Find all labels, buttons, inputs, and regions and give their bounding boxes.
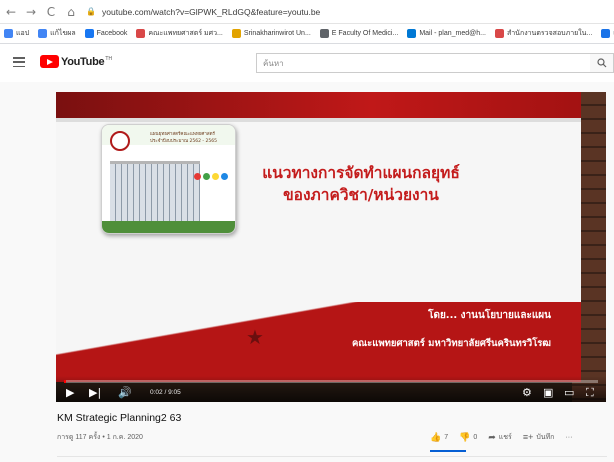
settings-gear-icon[interactable]: ⚙ <box>522 387 532 399</box>
bookmark-label: Facebook <box>96 30 128 37</box>
video-title: KM Strategic Planning2 63 <box>57 412 182 424</box>
thumbnail-lawn <box>102 221 235 233</box>
share-label: แชร์ <box>498 433 512 441</box>
playlist-add-icon: ≡+ <box>522 432 534 442</box>
youtube-play-logo-icon <box>40 55 59 68</box>
save-label: บันทึก <box>536 433 555 441</box>
back-arrow-icon[interactable]: ← <box>2 3 20 21</box>
bookmark-favicon-icon <box>84 29 94 38</box>
search-input[interactable]: ค้นหา <box>256 53 591 73</box>
bookmark-favicon-icon <box>494 29 504 38</box>
search-placeholder: ค้นหา <box>263 58 284 68</box>
bookmark-label: Mail - plan_med@h... <box>419 30 486 37</box>
url-field[interactable]: 🔒 youtube.com/watch?v=GlPWK_RLdGQ&featur… <box>86 3 320 21</box>
bookmark-item[interactable]: คณะแพทยศาสตร์ มศว... <box>136 28 223 39</box>
like-count: 7 <box>444 433 449 441</box>
bookmark-label: แอป <box>16 30 30 37</box>
slide-faculty-line: คณะแพทยศาสตร์ มหาวิทยาลัยศรีนครินทรวิโรฒ <box>351 338 551 349</box>
slide-top-band <box>56 92 581 122</box>
share-arrow-icon: ➦ <box>488 431 496 442</box>
thumbnail-text-line1: แผนยุทธศาสตร์คณะแพทยศาสตร์ <box>150 132 215 137</box>
youtube-region-code: TH <box>105 55 113 62</box>
hospital-building-image <box>110 161 200 227</box>
bookmark-label: E Faculty Of Medici... <box>331 30 399 37</box>
volume-icon[interactable]: 🔊 <box>118 387 132 399</box>
bookmark-item[interactable]: แก้ไขผล <box>38 28 76 39</box>
slide-title: แนวทางการจัดทำแผนกลยุทธ์ ของภาควิชา/หน่ว… <box>216 162 506 206</box>
bookmark-item[interactable]: Mail - plan_med@h... <box>407 29 486 38</box>
home-icon[interactable]: ⌂ <box>62 3 80 21</box>
hamburger-menu-icon[interactable] <box>13 57 25 67</box>
search-icon[interactable] <box>590 53 614 73</box>
thumbs-down-icon: 👎 <box>459 431 471 442</box>
save-button[interactable]: ≡+ บันทึก <box>523 432 555 443</box>
bookmark-label: Srinakharinwirot Un... <box>243 30 311 37</box>
bookmark-favicon-icon <box>319 29 329 38</box>
video-actions: 👍 7 👎 0 ➦ แชร์ ≡+ บันทึก ··· <box>430 430 583 444</box>
like-button[interactable]: 👍 7 <box>430 432 448 443</box>
slide-title-line2: ของภาควิชา/หน่วยงาน <box>283 186 439 204</box>
bookmark-label: สำนักงานตรวจสอบภายใน... <box>506 30 593 37</box>
thumbnail-dot <box>194 173 201 180</box>
miniplayer-icon[interactable]: ▣ <box>543 387 553 399</box>
bookmark-favicon-icon <box>38 29 48 38</box>
play-icon[interactable]: ▶ <box>66 387 74 399</box>
bookmark-favicon-icon <box>407 29 417 38</box>
bookmark-item[interactable]: Srinakharinwirot Un... <box>231 29 311 38</box>
lock-icon: 🔒 <box>86 7 96 16</box>
forward-arrow-icon[interactable]: → <box>22 3 40 21</box>
dislike-button[interactable]: 👎 0 <box>459 432 477 443</box>
bookmarks-bar: แอป แก้ไขผล Facebook คณะแพทยศาสตร์ มศว... Sr… <box>0 24 614 44</box>
more-actions-button[interactable]: ··· <box>565 434 572 441</box>
progress-fill <box>64 380 67 383</box>
bookmark-item[interactable]: เทคโนโลยี <box>601 28 614 39</box>
video-views-date: การดู 117 ครั้ง • 1 ก.ค. 2020 <box>57 434 143 441</box>
slide-by-line: โดย... งานนโยบายและแผน <box>428 310 551 321</box>
bookmark-favicon-icon <box>601 29 611 38</box>
youtube-header: YouTube TH ค้นหา <box>0 44 614 82</box>
bookmark-item[interactable]: สำนักงานตรวจสอบภายใน... <box>494 28 593 39</box>
youtube-logo-word: YouTube <box>61 55 105 68</box>
player-controls: ▶ ▶| 🔊 0:02 / 9:05 ⚙ ▣ ▭ ⛶ <box>56 376 606 402</box>
thumbs-up-icon: 👍 <box>430 431 442 442</box>
bookmark-label: คณะแพทยศาสตร์ มศว... <box>148 30 223 37</box>
info-divider <box>57 456 607 457</box>
thumbnail-text-line2: ประจำปีงบประมาณ 2562 - 2565 <box>150 139 217 144</box>
more-label: ··· <box>565 433 573 441</box>
bookmark-item[interactable]: E Faculty Of Medici... <box>319 29 399 38</box>
youtube-logo[interactable]: YouTube TH <box>40 55 112 68</box>
bookmark-favicon-icon <box>4 29 13 38</box>
reload-icon[interactable]: C <box>42 3 60 21</box>
bookmark-item[interactable]: Facebook <box>84 29 128 38</box>
bookmark-item[interactable]: แอป <box>4 28 29 39</box>
browser-address-bar: ← → C ⌂ 🔒 youtube.com/watch?v=GlPWK_RLdG… <box>0 0 614 24</box>
thumbnail-dot <box>203 173 210 180</box>
presentation-slide: แผนยุทธศาสตร์คณะแพทยศาสตร์ ประจำปีงบประม… <box>56 92 581 382</box>
bookmark-label: แก้ไขผล <box>50 30 76 37</box>
progress-bar[interactable] <box>64 380 598 383</box>
bookmark-favicon-icon <box>231 29 241 38</box>
dislike-count: 0 <box>473 433 478 441</box>
share-button[interactable]: ➦ แชร์ <box>488 432 512 443</box>
bookmark-favicon-icon <box>136 29 146 38</box>
time-display: 0:02 / 9:05 <box>150 389 181 396</box>
next-icon[interactable]: ▶| <box>89 387 101 399</box>
fullscreen-icon[interactable]: ⛶ <box>586 387 594 399</box>
faculty-seal-icon <box>110 131 130 151</box>
star-icon: ★ <box>246 325 264 349</box>
theater-mode-icon[interactable]: ▭ <box>564 387 574 399</box>
url-text: youtube.com/watch?v=GlPWK_RLdGQ&feature=… <box>102 6 321 17</box>
like-sentiment-bar <box>430 450 466 452</box>
slide-title-line1: แนวทางการจัดทำแผนกลยุทธ์ <box>262 164 460 182</box>
video-player[interactable]: แผนยุทธศาสตร์คณะแพทยศาสตร์ ประจำปีงบประม… <box>56 92 606 402</box>
